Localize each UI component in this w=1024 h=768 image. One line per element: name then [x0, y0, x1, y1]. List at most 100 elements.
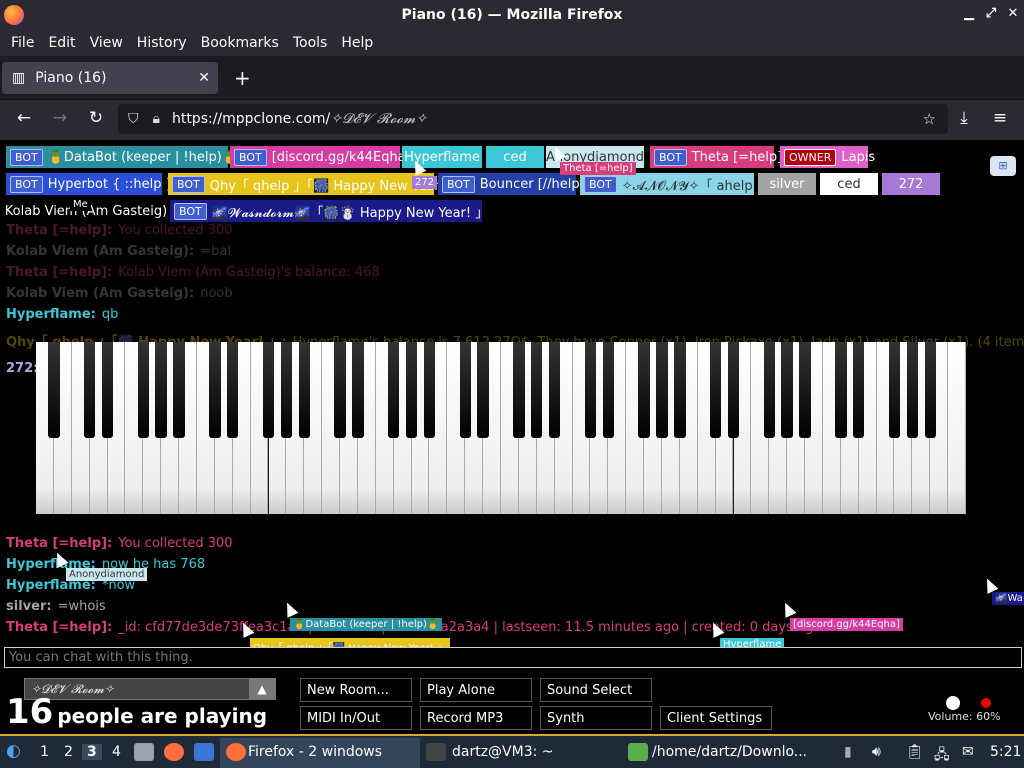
synth-button[interactable]: Synth [540, 706, 652, 730]
firefox-launcher-icon[interactable] [164, 743, 184, 761]
url-bar[interactable]: ⛉ 🔒︎ https://mppclone.com/✧𝓓𝓔𝓥 𝓡𝓸𝓸𝓶✧ ☆ [118, 104, 948, 134]
piano-keyboard[interactable] [36, 342, 966, 514]
clipboard-icon[interactable]: 📋︎ [906, 744, 924, 760]
volume-knob[interactable] [946, 696, 960, 710]
piano-black-key[interactable] [781, 342, 793, 438]
back-icon[interactable]: ← [12, 108, 36, 128]
participant-badge[interactable]: BOT 🌌𝓦𝓪𝓼𝓷𝓭𝓸𝓻𝓶🌌「🎆☃️ Happy New Year! 」 [170, 200, 488, 222]
piano-black-key[interactable] [763, 342, 775, 438]
speaker-icon[interactable]: 🔊︎ [872, 744, 881, 760]
piano-black-key[interactable] [709, 342, 722, 438]
workspace-3[interactable]: 3 [82, 744, 102, 760]
shield-icon[interactable]: ⛉ [128, 111, 139, 127]
piano-black-key[interactable] [513, 342, 525, 438]
new-tab-icon[interactable]: + [234, 66, 251, 90]
menu-help[interactable]: Help [334, 35, 380, 51]
piano-black-key[interactable] [83, 342, 96, 438]
participant-badge[interactable]: BOT Qhy「 qhelp 」「🎆 Happy New Year! 」 [168, 173, 462, 195]
chat-input[interactable] [4, 647, 1022, 668]
reload-icon[interactable]: ↻ [84, 108, 108, 128]
piano-white-key[interactable] [948, 342, 966, 514]
piano-black-key[interactable] [638, 342, 650, 438]
piano-black-key[interactable] [906, 342, 919, 438]
piano-black-key[interactable] [727, 342, 740, 438]
piano-black-key[interactable] [924, 342, 936, 438]
close-tab-icon[interactable]: ✕ [198, 70, 210, 86]
participant-badge[interactable]: BOT [discord.gg/k44Eqha] [230, 146, 411, 168]
network-icon[interactable]: 🖧 [934, 744, 950, 768]
forward-icon[interactable]: → [48, 108, 72, 128]
piano-black-key[interactable] [352, 342, 364, 438]
piano-black-key[interactable] [852, 342, 865, 438]
piano-black-key[interactable] [477, 342, 489, 438]
menu-file[interactable]: File [4, 35, 41, 51]
piano-black-key[interactable] [173, 342, 185, 438]
workspace-2[interactable]: 2 [64, 744, 73, 760]
participant-badge[interactable]: silver [758, 173, 816, 195]
participant-name: Hyperbot { ::help } [47, 176, 174, 192]
menu-view[interactable]: View [83, 35, 130, 51]
client-settings-button[interactable]: Client Settings [660, 706, 772, 730]
taskbar-firefox[interactable]: Firefox - 2 windows [248, 744, 382, 760]
piano-black-key[interactable] [101, 342, 114, 438]
tab-piano[interactable]: ▥ Piano (16) ✕ [2, 62, 218, 94]
downloads-icon[interactable]: ⤓ [952, 108, 976, 128]
record-mp3-button[interactable]: Record MP3 [420, 706, 532, 730]
sound-select-button[interactable]: Sound Select [540, 678, 652, 702]
piano-black-key[interactable] [423, 342, 436, 438]
close-window-icon[interactable]: ✕ [1004, 6, 1022, 21]
piano-black-key[interactable] [209, 342, 221, 438]
midi-in-out-button[interactable]: MIDI In/Out [300, 706, 412, 730]
start-menu-icon[interactable]: ◐ [6, 741, 21, 761]
piano-black-key[interactable] [584, 342, 597, 438]
piano-black-key[interactable] [387, 342, 400, 438]
piano-black-key[interactable] [48, 342, 60, 438]
piano-black-key[interactable] [548, 342, 561, 438]
participant-badge[interactable]: ced [486, 146, 544, 168]
taskbar-terminal[interactable]: dartz@VM3: ~ [452, 744, 554, 760]
piano-black-key[interactable] [137, 342, 150, 438]
participant-badge[interactable]: BOT ✧𝓐𝓝𝓞𝓝𝓨✧「 ahelp 」 [580, 173, 770, 195]
battery-icon[interactable]: ▮ [844, 744, 852, 760]
piano-black-key[interactable] [227, 342, 239, 438]
participant-badge[interactable]: BOT Theta [=help] [650, 146, 782, 168]
menu-tools[interactable]: Tools [286, 35, 335, 51]
participant-badge[interactable]: 272 [882, 173, 940, 195]
piano-black-key[interactable] [888, 342, 901, 438]
maximize-icon[interactable]: ⤢ [982, 6, 1000, 21]
bookmark-star-icon[interactable]: ☆ [923, 110, 936, 128]
play-alone-button[interactable]: Play Alone [420, 678, 532, 702]
piano-black-key[interactable] [799, 342, 811, 438]
workspace-4[interactable]: 4 [112, 744, 121, 760]
participant-badge[interactable]: BOT Bouncer [//help] [438, 173, 585, 195]
app-menu-icon[interactable]: ≡ [988, 108, 1012, 128]
participant-badge[interactable]: BOT 🍍DataBot (keeper | !help)🍍 [6, 146, 238, 168]
piano-black-key[interactable] [835, 342, 847, 438]
menu-history[interactable]: History [130, 35, 194, 51]
menu-bookmarks[interactable]: Bookmarks [194, 35, 286, 51]
translate-icon[interactable]: ⊞ [990, 156, 1016, 176]
piano-black-key[interactable] [405, 342, 418, 438]
new-room-button[interactable]: New Room... [300, 678, 412, 702]
piano-black-key[interactable] [280, 342, 293, 438]
notification-icon[interactable]: ✉ [962, 744, 974, 760]
file-manager-icon[interactable] [134, 743, 154, 761]
piano-black-key[interactable] [298, 342, 310, 438]
participant-badge[interactable]: ced [820, 173, 878, 195]
participant-badge[interactable]: BOT Hyperbot { ::help } [6, 173, 174, 195]
lock-icon[interactable]: 🔒︎ [153, 111, 160, 127]
window-icon[interactable] [194, 743, 214, 761]
menu-edit[interactable]: Edit [41, 35, 82, 51]
piano-black-key[interactable] [155, 342, 167, 438]
workspace-1[interactable]: 1 [40, 744, 49, 760]
piano-black-key[interactable] [459, 342, 471, 438]
piano-black-key[interactable] [674, 342, 686, 438]
minimize-icon[interactable]: ▁ [960, 6, 978, 21]
piano-black-key[interactable] [656, 342, 668, 438]
taskbar-files[interactable]: /home/dartz/Downlo... [652, 744, 807, 760]
piano-black-key[interactable] [531, 342, 543, 438]
piano-black-key[interactable] [262, 342, 275, 438]
piano-black-key[interactable] [602, 342, 615, 438]
piano-black-key[interactable] [334, 342, 346, 438]
participant-badge[interactable]: OWNER Lapis [780, 146, 875, 168]
